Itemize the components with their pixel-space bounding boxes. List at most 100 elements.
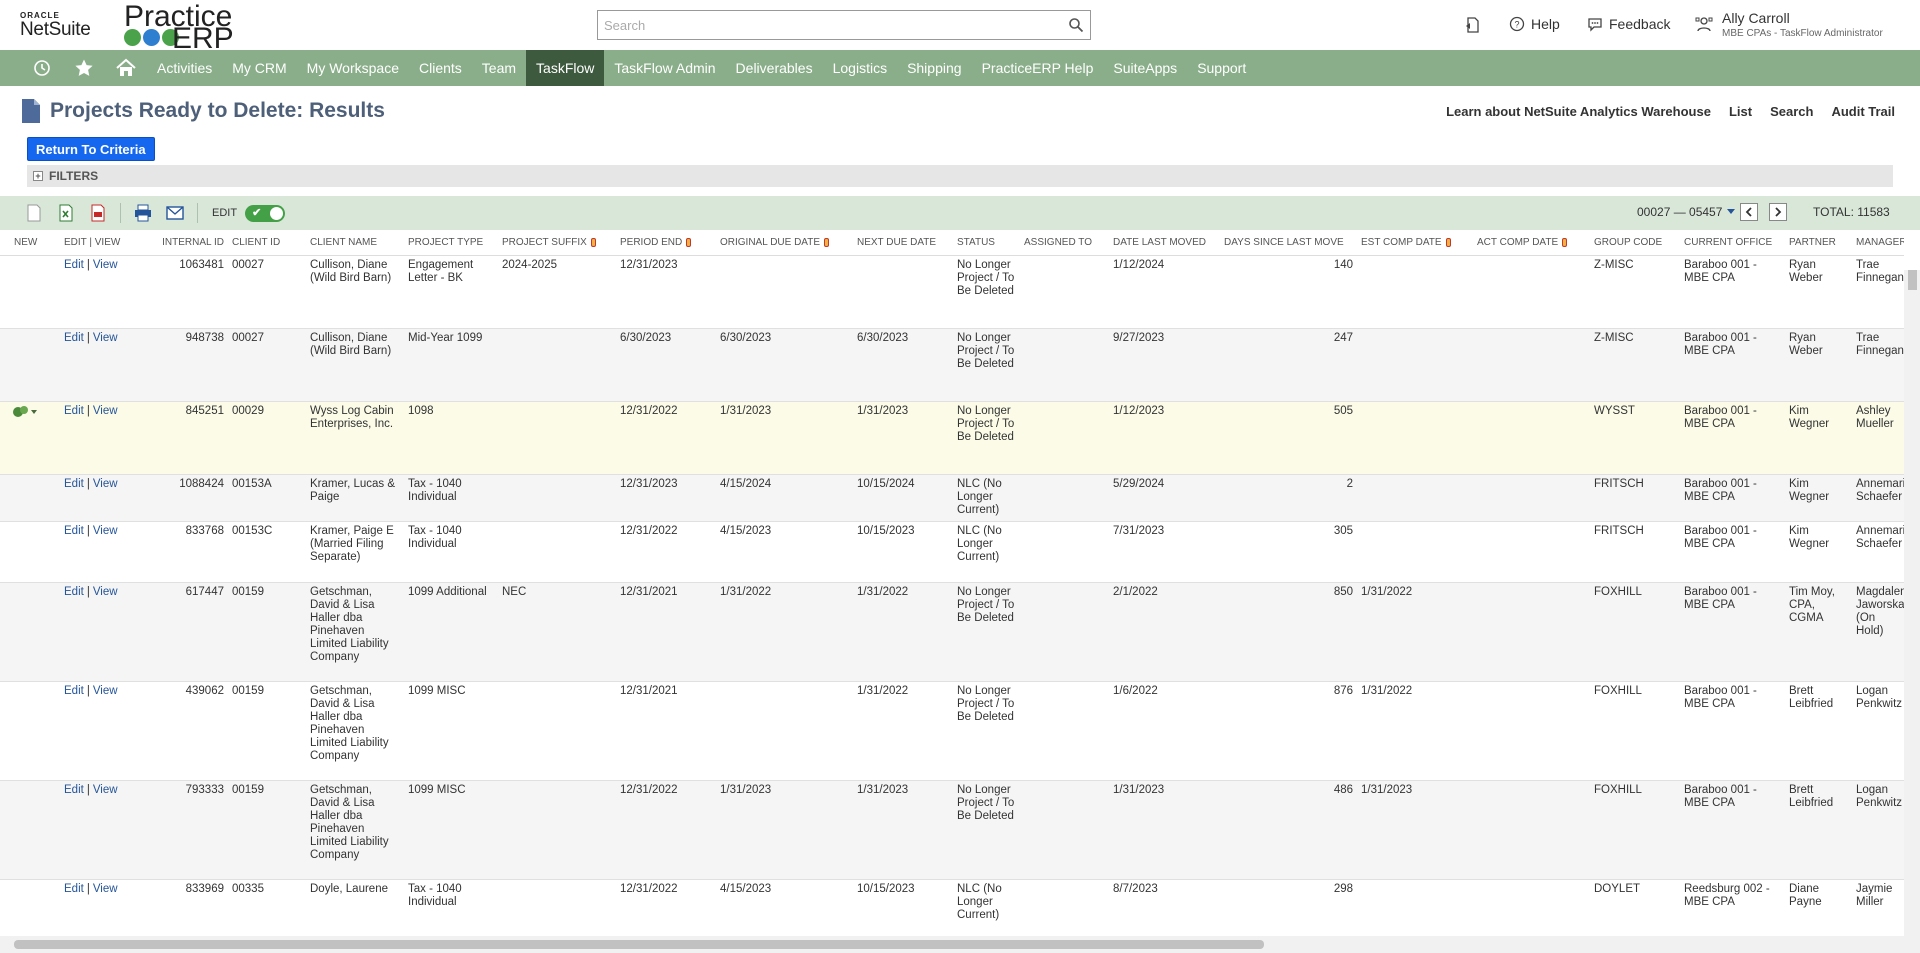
col-header-group-code[interactable]: GROUP CODE bbox=[1590, 230, 1680, 256]
nav-my-crm[interactable]: My CRM bbox=[222, 50, 296, 86]
oracle-netsuite-logo[interactable]: ORACLE NetSuite bbox=[20, 12, 91, 40]
audit-trail-link[interactable]: Audit Trail bbox=[1831, 104, 1895, 119]
edit-link[interactable]: Edit bbox=[64, 784, 84, 796]
table-row[interactable]: Edit | View 833768 00153C Kramer, Paige E (Ma… bbox=[0, 521, 1904, 583]
view-link[interactable]: View bbox=[93, 332, 118, 344]
recent-records-button[interactable] bbox=[1464, 16, 1482, 34]
nav-support[interactable]: Support bbox=[1187, 50, 1256, 86]
view-link[interactable]: View bbox=[93, 883, 118, 895]
edit-link[interactable]: Edit bbox=[64, 259, 84, 271]
history-icon bbox=[34, 60, 50, 76]
cell-group-code: Z-MISC bbox=[1590, 255, 1680, 329]
table-row[interactable]: Edit | View 1063481 00027 Cullison, Diane (Wi… bbox=[0, 255, 1904, 329]
practice-erp-logo[interactable]: Practice ERP bbox=[122, 0, 242, 55]
nav-practiceerp-help[interactable]: PracticeERP Help bbox=[972, 50, 1104, 86]
analytics-warehouse-link[interactable]: Learn about NetSuite Analytics Warehouse bbox=[1446, 104, 1711, 119]
edit-link[interactable]: Edit bbox=[64, 478, 84, 490]
col-header-date-last-moved[interactable]: DATE LAST MOVED bbox=[1109, 230, 1220, 256]
cell-days-since-last-move: 140 bbox=[1220, 255, 1357, 329]
table-row[interactable]: Edit | View 617447 00159 Getschman, David & L… bbox=[0, 582, 1904, 682]
table-row[interactable]: Edit | View 1088424 00153A Kramer, Lucas & Pa… bbox=[0, 474, 1904, 522]
user-menu[interactable]: Ally Carroll MBE CPAs - TaskFlow Adminis… bbox=[1722, 10, 1883, 39]
home-button[interactable] bbox=[105, 50, 147, 86]
nav-suiteapps[interactable]: SuiteApps bbox=[1103, 50, 1187, 86]
view-link[interactable]: View bbox=[93, 784, 118, 796]
col-header-project-suffix[interactable]: PROJECT SUFFIX bbox=[498, 230, 616, 256]
cell-assigned-to bbox=[1020, 879, 1109, 936]
table-row[interactable]: Edit | View 439062 00159 Getschman, David & L… bbox=[0, 681, 1904, 781]
col-header-partner[interactable]: PARTNER bbox=[1785, 230, 1852, 256]
return-to-criteria-button[interactable]: Return To Criteria bbox=[27, 137, 155, 161]
edit-link[interactable]: Edit bbox=[64, 332, 84, 344]
search-link[interactable]: Search bbox=[1770, 104, 1813, 119]
col-header-new[interactable]: NEW bbox=[0, 230, 60, 256]
cell-act-comp-date bbox=[1473, 521, 1590, 583]
col-header-period-end[interactable]: PERIOD END bbox=[616, 230, 716, 256]
edit-link[interactable]: Edit bbox=[64, 586, 84, 598]
nav-shipping[interactable]: Shipping bbox=[897, 50, 972, 86]
col-header-original-due-date[interactable]: ORIGINAL DUE DATE bbox=[716, 230, 853, 256]
page-range-select[interactable]: 00027 — 05457 bbox=[1637, 205, 1736, 219]
col-header-current-office[interactable]: CURRENT OFFICE bbox=[1680, 230, 1785, 256]
table-row[interactable]: Edit | View 948738 00027 Cullison, Diane (Wil… bbox=[0, 328, 1904, 402]
col-header-edit-view[interactable]: EDIT | VIEW bbox=[60, 230, 141, 256]
view-link[interactable]: View bbox=[93, 586, 118, 598]
col-header-days-since-last-move[interactable]: DAYS SINCE LAST MOVE bbox=[1220, 230, 1357, 256]
edit-toggle[interactable]: ✔ bbox=[245, 204, 286, 222]
role-switch-icon-wrap[interactable] bbox=[1695, 15, 1713, 33]
nav-activities[interactable]: Activities bbox=[147, 50, 222, 86]
print-icon[interactable] bbox=[133, 203, 153, 223]
filters-toggle[interactable]: + FILTERS bbox=[27, 165, 1893, 187]
col-header-client-name[interactable]: CLIENT NAME bbox=[306, 230, 404, 256]
row-actions-icon[interactable] bbox=[12, 405, 38, 419]
view-link[interactable]: View bbox=[93, 259, 118, 271]
export-csv-icon[interactable] bbox=[24, 203, 44, 223]
list-link[interactable]: List bbox=[1729, 104, 1752, 119]
feedback-button[interactable]: Feedback bbox=[1587, 16, 1670, 32]
nav-team[interactable]: Team bbox=[472, 50, 526, 86]
view-link[interactable]: View bbox=[93, 525, 118, 537]
col-header-est-comp-date[interactable]: EST COMP DATE bbox=[1357, 230, 1473, 256]
edit-link[interactable]: Edit bbox=[64, 405, 84, 417]
view-link[interactable]: View bbox=[93, 685, 118, 697]
nav-logistics[interactable]: Logistics bbox=[823, 50, 897, 86]
col-header-manager[interactable]: MANAGER bbox=[1852, 230, 1904, 256]
nav-deliverables[interactable]: Deliverables bbox=[726, 50, 823, 86]
cell-status: No Longer Project / To Be Deleted bbox=[953, 780, 1020, 880]
horizontal-scrollbar[interactable] bbox=[0, 936, 1920, 953]
nav-taskflow[interactable]: TaskFlow bbox=[526, 50, 605, 86]
col-header-next-due-date[interactable]: NEXT DUE DATE bbox=[853, 230, 953, 256]
vertical-scroll-thumb[interactable] bbox=[1908, 270, 1917, 290]
table-row[interactable]: Edit | View 793333 00159 Getschman, David & L… bbox=[0, 780, 1904, 880]
email-icon[interactable] bbox=[165, 203, 185, 223]
col-header-project-type[interactable]: PROJECT TYPE bbox=[404, 230, 498, 256]
col-header-assigned-to[interactable]: ASSIGNED TO bbox=[1020, 230, 1109, 256]
table-row[interactable]: Edit | View 833969 00335 Doyle, Laurene Tax - … bbox=[0, 879, 1904, 936]
cell-project-type: 1099 MISC bbox=[404, 780, 498, 880]
view-link[interactable]: View bbox=[93, 405, 118, 417]
search-input[interactable] bbox=[598, 11, 1038, 39]
vertical-scrollbar[interactable] bbox=[1904, 270, 1920, 936]
col-header-act-comp-date[interactable]: ACT COMP DATE bbox=[1473, 230, 1590, 256]
table-row[interactable]: Edit | View 845251 00029 Wyss Log Cabin Enter… bbox=[0, 401, 1904, 475]
nav-clients[interactable]: Clients bbox=[409, 50, 472, 86]
cell-next-due-date: 1/31/2023 bbox=[853, 780, 953, 880]
help-button[interactable]: ? Help bbox=[1509, 16, 1560, 32]
nav-taskflow-admin[interactable]: TaskFlow Admin bbox=[604, 50, 725, 86]
search-icon[interactable] bbox=[1068, 17, 1084, 33]
recent-history-button[interactable] bbox=[21, 50, 63, 86]
nav-my-workspace[interactable]: My Workspace bbox=[297, 50, 409, 86]
edit-link[interactable]: Edit bbox=[64, 883, 84, 895]
col-header-client-id[interactable]: CLIENT ID bbox=[228, 230, 306, 256]
export-excel-icon[interactable] bbox=[56, 203, 76, 223]
export-pdf-icon[interactable] bbox=[88, 203, 108, 223]
edit-link[interactable]: Edit bbox=[64, 685, 84, 697]
edit-link[interactable]: Edit bbox=[64, 525, 84, 537]
favorites-button[interactable] bbox=[63, 50, 105, 86]
col-header-status[interactable]: STATUS bbox=[953, 230, 1020, 256]
view-link[interactable]: View bbox=[93, 478, 118, 490]
col-header-internal-id[interactable]: INTERNAL ID bbox=[141, 230, 228, 256]
next-page-button[interactable] bbox=[1769, 203, 1787, 221]
previous-page-button[interactable] bbox=[1740, 203, 1758, 221]
horizontal-scroll-thumb[interactable] bbox=[14, 940, 1264, 949]
